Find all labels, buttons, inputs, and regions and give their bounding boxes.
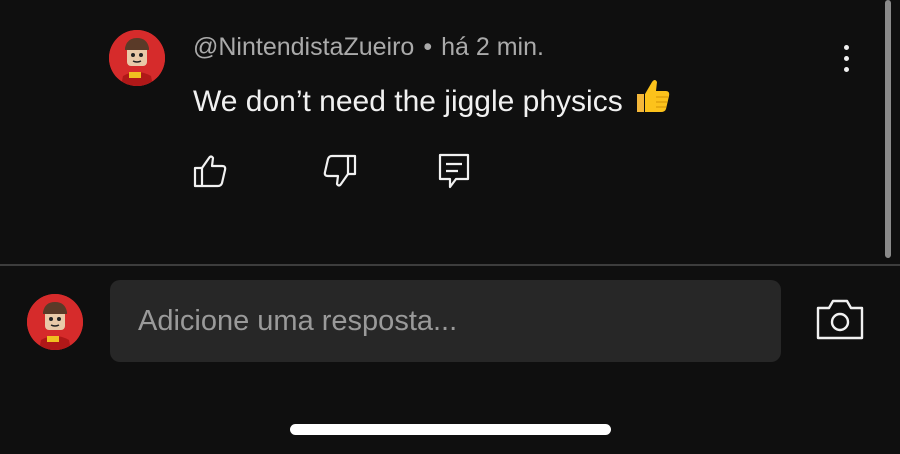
reply-input[interactable]: [110, 280, 781, 362]
camera-icon: [816, 299, 864, 340]
more-vertical-icon: [843, 44, 849, 50]
thumbs-up-emoji-icon: [631, 75, 673, 117]
comment-time: há 2 min.: [441, 33, 544, 61]
comment-body: We don’t need the jiggle physics: [193, 75, 673, 119]
author-avatar[interactable]: [109, 30, 165, 86]
comment: @NintendistaZueiro • há 2 min. We don’t ne…: [0, 0, 885, 265]
author-name[interactable]: @NintendistaZueiro: [193, 33, 414, 61]
comment-text: We don’t need the jiggle physics: [193, 85, 623, 118]
like-button[interactable]: [190, 150, 232, 192]
avatar-image: [109, 30, 165, 86]
user-avatar-image: [27, 294, 83, 350]
home-indicator[interactable]: [290, 424, 611, 435]
thumbs-up-icon: [193, 155, 227, 188]
comment-meta: @NintendistaZueiro • há 2 min.: [193, 33, 544, 62]
scrollbar[interactable]: [885, 0, 891, 258]
camera-button[interactable]: [812, 296, 868, 344]
reply-screen: @NintendistaZueiro • há 2 min. We don’t ne…: [0, 0, 900, 454]
meta-separator: •: [423, 33, 433, 61]
dislike-button[interactable]: [318, 150, 360, 192]
divider: [0, 264, 900, 266]
reply-icon: [438, 153, 470, 189]
reply-button[interactable]: [433, 150, 475, 192]
more-options-button[interactable]: [826, 38, 866, 78]
user-avatar[interactable]: [27, 294, 83, 350]
thumbs-down-icon: [323, 154, 357, 187]
